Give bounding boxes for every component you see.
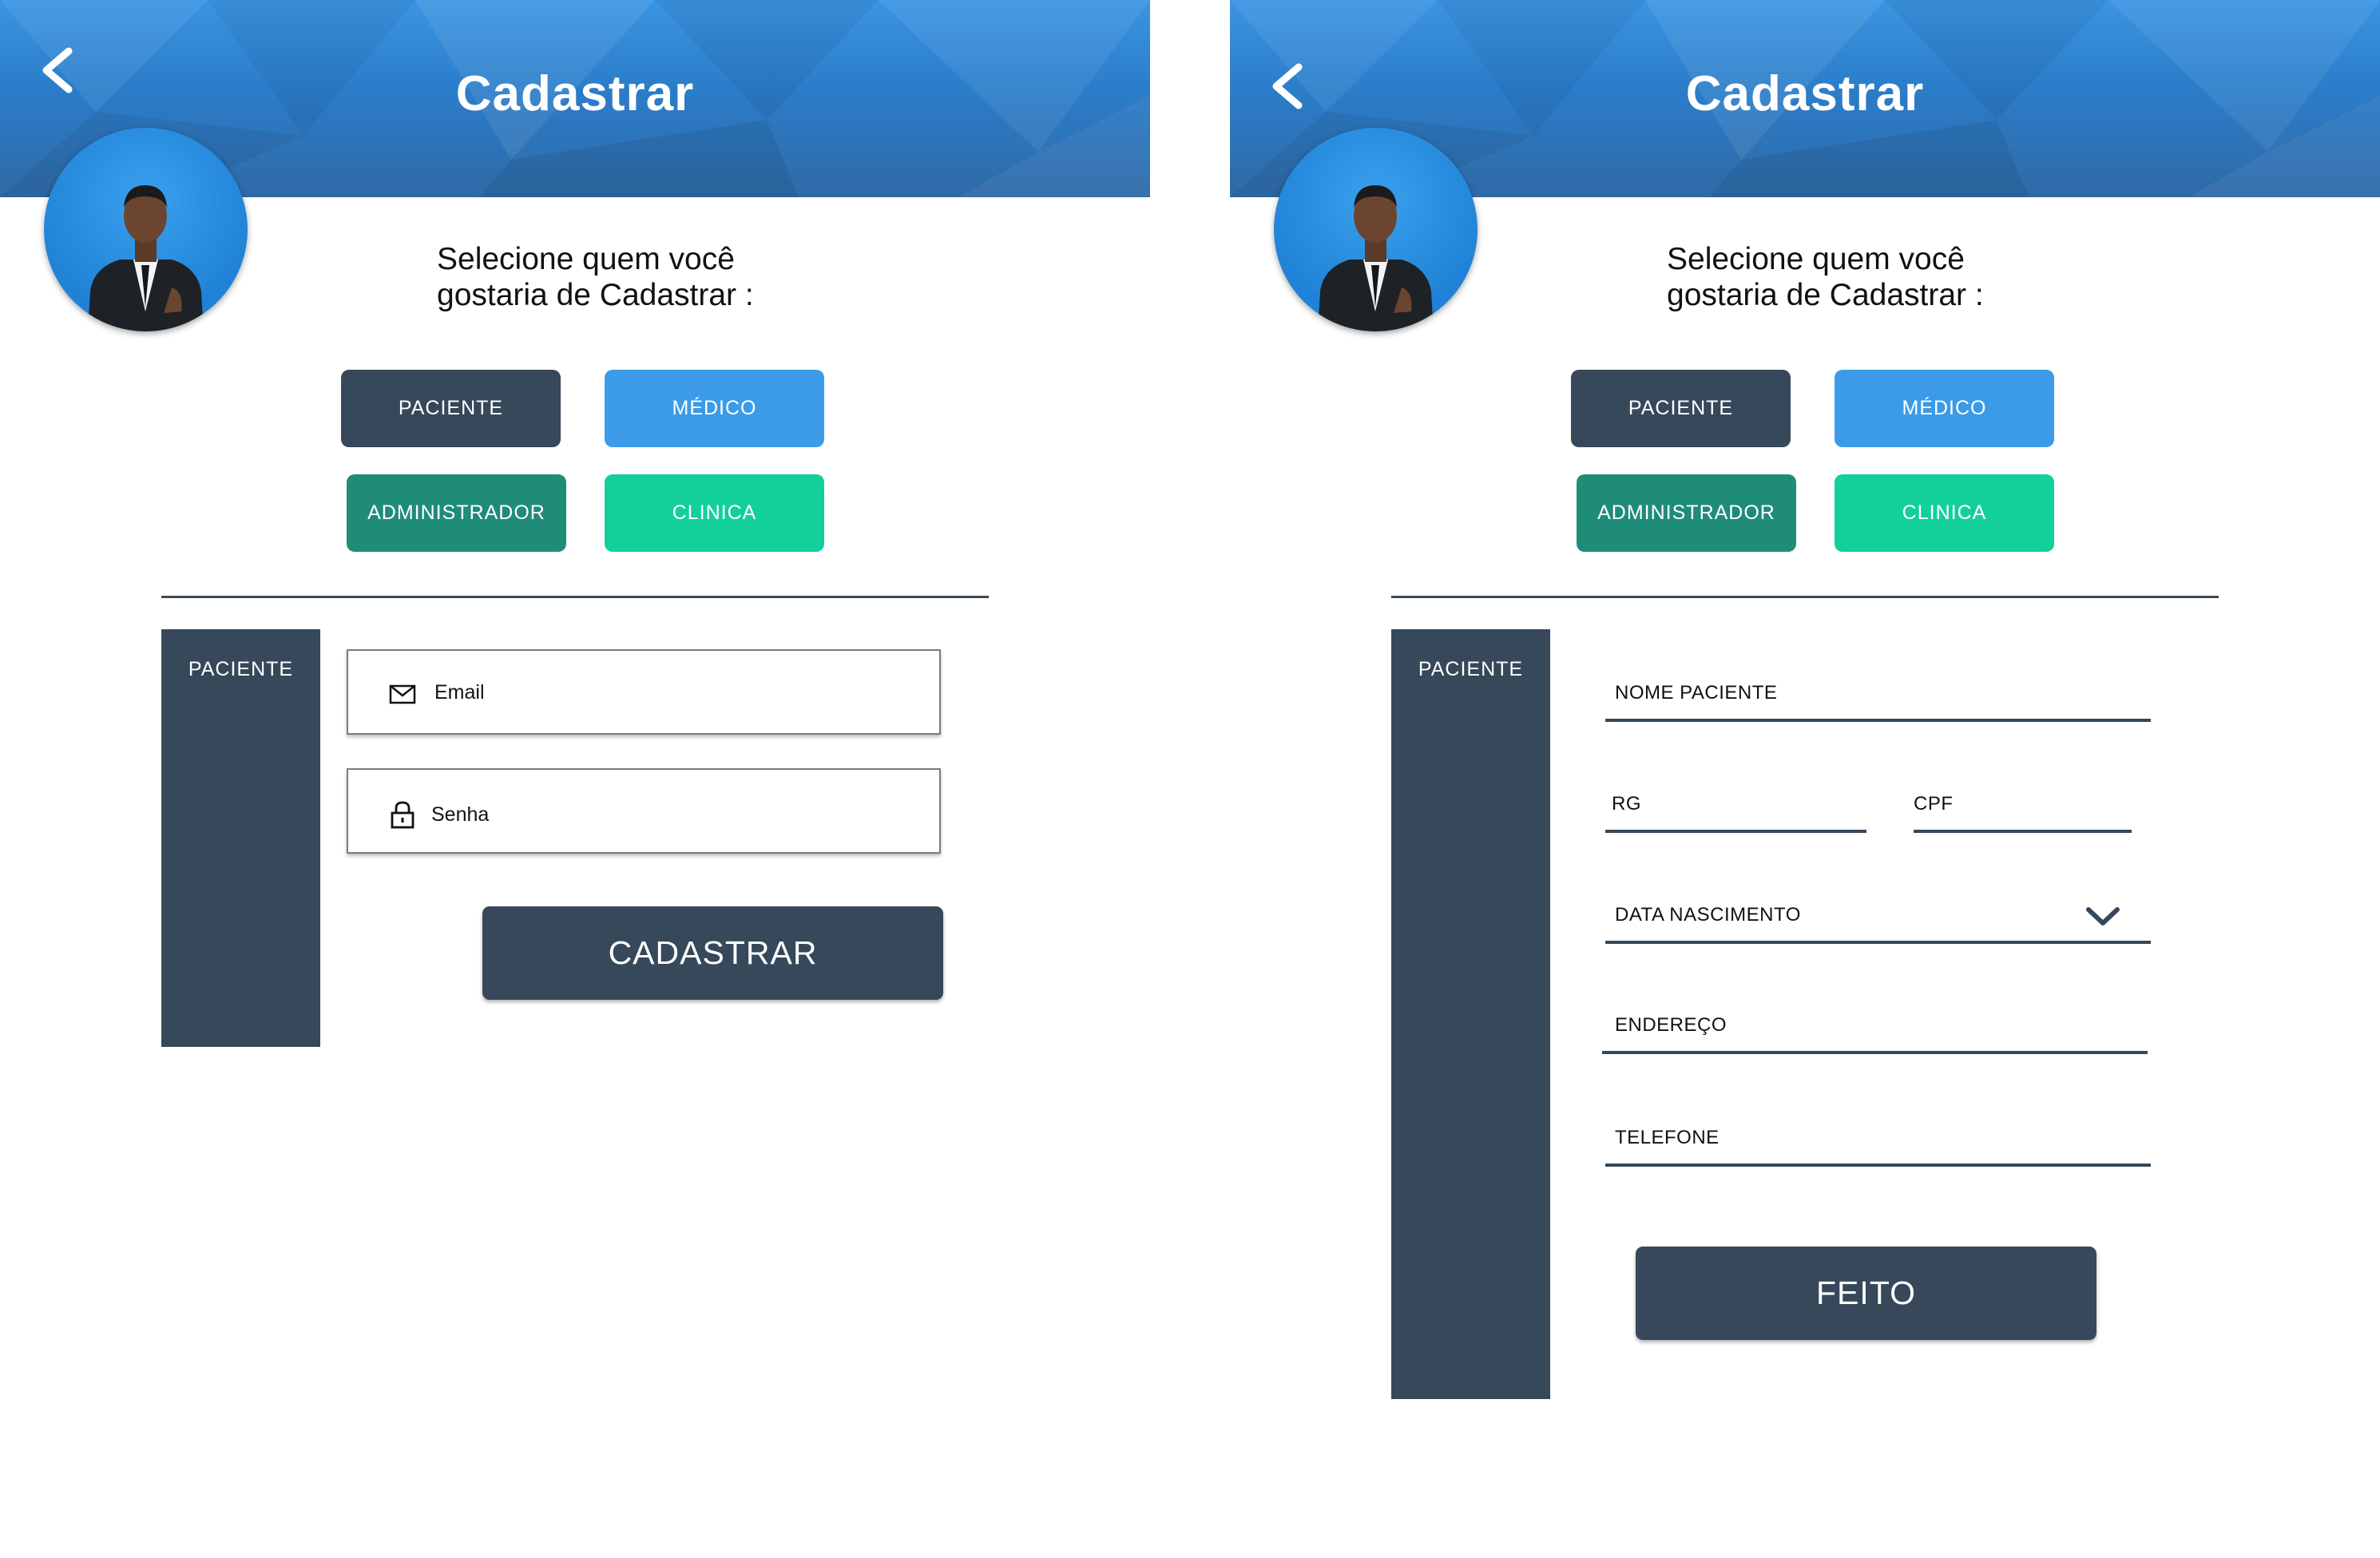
- cpf-field[interactable]: CPF: [1914, 779, 2132, 833]
- avatar: [44, 128, 248, 331]
- divider: [161, 596, 989, 598]
- prompt-line-2: gostaria de Cadastrar :: [437, 278, 754, 312]
- profile-photo: [88, 185, 204, 331]
- data-nascimento-label: DATA NASCIMENTO: [1615, 904, 1801, 926]
- endereco-label: ENDEREÇO: [1615, 1014, 1727, 1036]
- selected-role-panel: PACIENTE: [161, 629, 320, 1047]
- chevron-down-icon[interactable]: [2085, 906, 2120, 928]
- role-button-clinica[interactable]: CLINICA: [1835, 474, 2054, 552]
- role-button-paciente[interactable]: PACIENTE: [341, 370, 561, 447]
- endereco-field[interactable]: ENDEREÇO: [1602, 998, 2148, 1054]
- panel-label: PACIENTE: [1418, 658, 1524, 680]
- page-title: Cadastrar: [1685, 66, 1925, 121]
- role-button-medico[interactable]: MÉDICO: [605, 370, 824, 447]
- feito-button[interactable]: FEITO: [1636, 1247, 2096, 1340]
- telefone-label: TELEFONE: [1615, 1127, 1720, 1148]
- rg-field[interactable]: RG: [1605, 779, 1866, 833]
- data-nascimento-select[interactable]: DATA NASCIMENTO: [1605, 888, 2151, 944]
- telefone-field[interactable]: TELEFONE: [1605, 1111, 2151, 1167]
- email-field[interactable]: Email: [347, 649, 941, 735]
- role-prompt: Selecione quem você gostaria de Cadastra…: [437, 241, 754, 313]
- avatar: [1274, 128, 1478, 331]
- cadastrar-button[interactable]: CADASTRAR: [482, 906, 943, 1000]
- nome-paciente-field[interactable]: NOME PACIENTE: [1605, 663, 2151, 722]
- envelope-icon: [389, 684, 416, 704]
- role-button-administrador[interactable]: ADMINISTRADOR: [347, 474, 566, 552]
- role-prompt: Selecione quem você gostaria de Cadastra…: [1667, 241, 1984, 313]
- page-title: Cadastrar: [455, 66, 695, 121]
- cpf-label: CPF: [1914, 793, 1954, 815]
- register-screen-login: Cadastrar Selecione quem você gostaria d…: [0, 0, 1150, 1558]
- prompt-line-1: Selecione quem você: [1667, 242, 1965, 276]
- role-button-clinica[interactable]: CLINICA: [605, 474, 824, 552]
- role-button-administrador[interactable]: ADMINISTRADOR: [1577, 474, 1796, 552]
- lock-icon: [391, 801, 415, 829]
- register-screen-details: Cadastrar Selecione quem você gostaria d…: [1230, 0, 2380, 1558]
- selected-role-panel: PACIENTE: [1391, 629, 1550, 1399]
- prompt-line-2: gostaria de Cadastrar :: [1667, 278, 1984, 312]
- password-placeholder: Senha: [431, 803, 490, 826]
- prompt-line-1: Selecione quem você: [437, 242, 735, 276]
- panel-label: PACIENTE: [188, 658, 294, 680]
- role-button-paciente[interactable]: PACIENTE: [1571, 370, 1791, 447]
- profile-photo: [1318, 185, 1434, 331]
- rg-label: RG: [1612, 793, 1641, 815]
- role-button-medico[interactable]: MÉDICO: [1835, 370, 2054, 447]
- divider: [1391, 596, 2219, 598]
- email-placeholder: Email: [434, 681, 485, 704]
- password-field[interactable]: Senha: [347, 768, 941, 854]
- nome-paciente-label: NOME PACIENTE: [1615, 682, 1778, 704]
